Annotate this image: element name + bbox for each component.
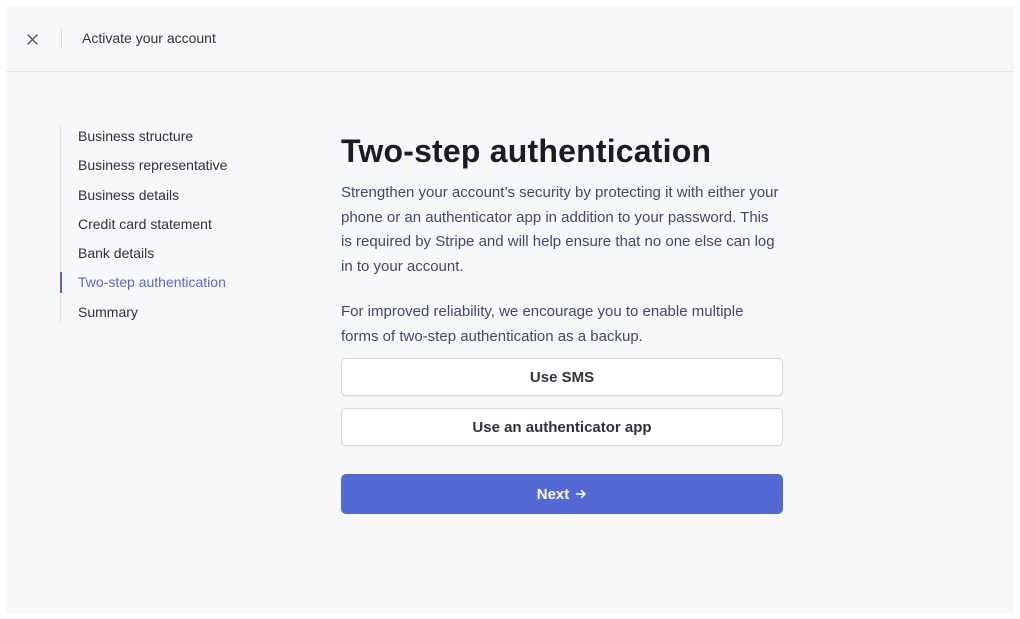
description-text: Strengthen your account’s security by pr… [341, 184, 779, 275]
header-title: Activate your account [82, 30, 216, 46]
sidebar-item-bank-details[interactable]: Bank details [60, 243, 227, 272]
reliability-note: For improved reliability, we encourage y… [341, 303, 744, 345]
top-bar: Activate your account [6, 6, 1014, 72]
sidebar-item-business-representative[interactable]: Business representative [60, 155, 227, 184]
next-label: Next [536, 485, 570, 503]
sidebar-item-summary[interactable]: Summary [60, 302, 227, 331]
use-authenticator-app-button[interactable]: Use an authenticator app [341, 408, 783, 446]
app-frame: Activate your account Business structure… [6, 6, 1014, 613]
sidebar-item-business-details[interactable]: Business details [60, 185, 227, 214]
use-sms-label: Use SMS [529, 368, 595, 386]
use-sms-button[interactable]: Use SMS [341, 358, 783, 396]
sidebar-item-credit-card-statement[interactable]: Credit card statement [60, 214, 227, 243]
page-title: Two-step authentication [341, 133, 712, 169]
use-authenticator-app-label: Use an authenticator app [472, 418, 652, 436]
header-divider [61, 29, 62, 49]
close-icon [26, 33, 38, 45]
next-button[interactable]: Next [341, 474, 783, 514]
close-button[interactable] [21, 28, 43, 50]
arrow-right-icon [576, 489, 586, 499]
step-navigation: Business structure Business representati… [59, 126, 227, 331]
sidebar-item-two-step-authentication[interactable]: Two-step authentication [59, 272, 227, 301]
sidebar-item-business-structure[interactable]: Business structure [60, 126, 227, 155]
main-content: Two-step authentication Strengthen your … [341, 131, 783, 514]
